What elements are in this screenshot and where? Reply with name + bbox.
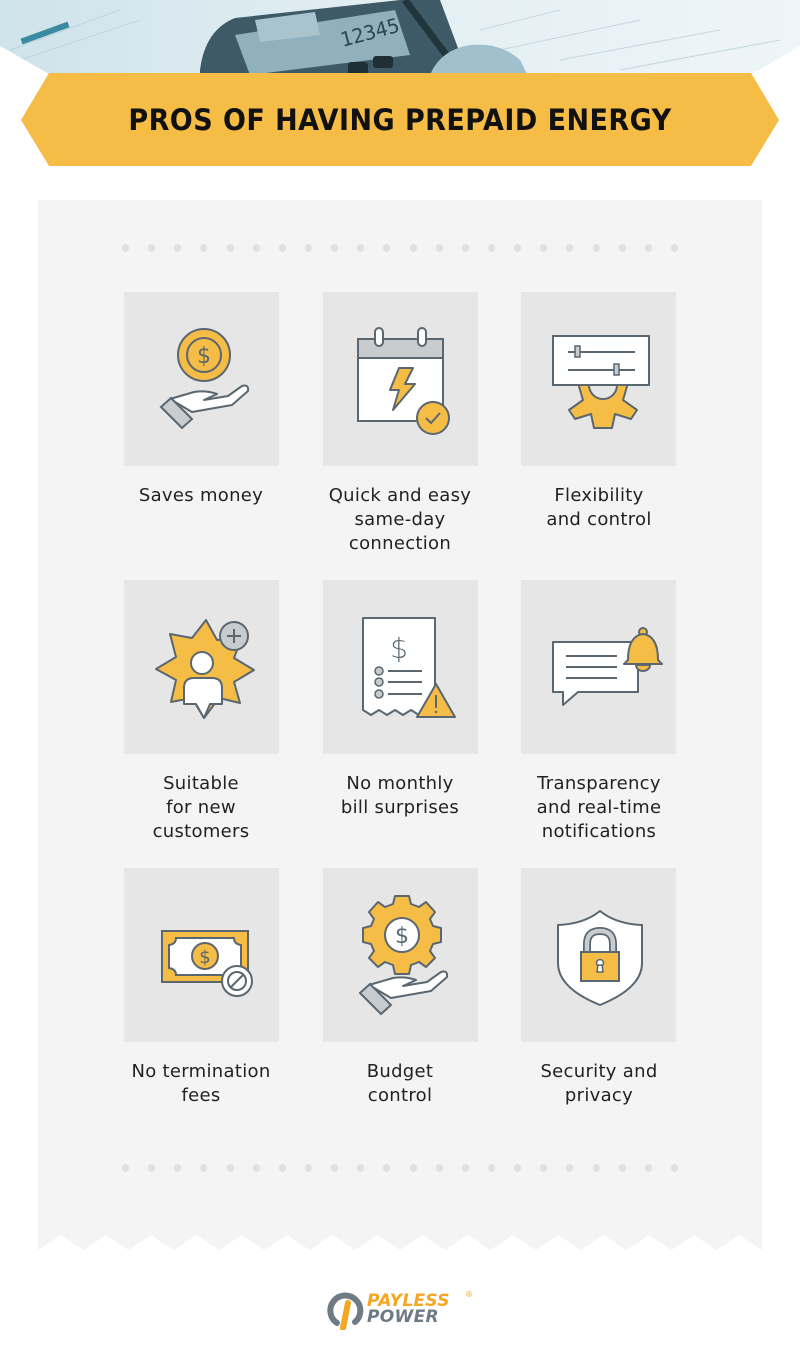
divider-dot xyxy=(122,1164,129,1172)
svg-text:$: $ xyxy=(390,632,408,665)
divider-dot xyxy=(566,1164,574,1172)
hand-gear-dollar-icon: $ xyxy=(358,895,449,1016)
benefit-label: Suitable for new customers xyxy=(152,773,250,842)
divider-dot xyxy=(487,244,495,252)
divider-dot xyxy=(461,244,469,252)
divider-dot xyxy=(592,1164,600,1172)
divider-dot xyxy=(592,244,600,252)
divider-dot xyxy=(409,1164,417,1172)
benefit-tile-no-bill-surprises: $ xyxy=(323,580,478,754)
dot-divider-bottom xyxy=(122,1163,678,1173)
divider-dot xyxy=(304,244,312,252)
benefit-tile-no-termination-fees: $ xyxy=(124,868,279,1042)
logo-mark-icon xyxy=(327,1292,364,1330)
divider-dot xyxy=(252,1164,260,1172)
payless-power-logo: PAYLESS POWER ® xyxy=(325,1290,475,1330)
divider-dot xyxy=(644,1164,652,1172)
benefit-tile-new-customers xyxy=(124,580,279,754)
hero-photo: 12345 xyxy=(0,0,800,74)
divider-dot xyxy=(331,1164,339,1172)
divider-dot xyxy=(148,1164,156,1172)
dot-divider-top xyxy=(122,243,678,253)
page-title: PROS OF HAVING PREPAID ENERGY xyxy=(128,102,672,137)
divider-dot xyxy=(122,244,129,252)
banknote-no-fee-icon: $ xyxy=(161,930,253,997)
divider-dot xyxy=(514,244,522,252)
divider-dot xyxy=(540,244,548,252)
benefit-tile-budget-control: $ xyxy=(323,868,478,1042)
benefit-label: Transparency and real-time notifications xyxy=(536,773,662,842)
divider-dot xyxy=(331,244,339,252)
divider-dot xyxy=(174,1164,182,1172)
divider-dot xyxy=(409,244,417,252)
divider-dot xyxy=(383,1164,391,1172)
divider-dot xyxy=(514,1164,522,1172)
benefit-label: Security and privacy xyxy=(540,1061,658,1106)
divider-dot xyxy=(670,244,678,252)
new-user-plus-icon xyxy=(155,619,255,719)
benefit-tile-saves-money: $ xyxy=(124,292,279,466)
registered-mark: ® xyxy=(465,1290,473,1299)
divider-dot xyxy=(670,1164,678,1172)
divider-dot xyxy=(540,1164,548,1172)
divider-dot xyxy=(357,244,365,252)
divider-dot xyxy=(252,244,260,252)
benefit-tile-security xyxy=(521,868,676,1042)
logo-brand-line2: POWER xyxy=(367,1307,439,1327)
shield-lock-icon xyxy=(557,910,643,1006)
divider-dot xyxy=(644,244,652,252)
divider-dot xyxy=(226,1164,234,1172)
divider-dot xyxy=(174,244,182,252)
divider-dot xyxy=(618,1164,626,1172)
receipt-warning-icon: $ xyxy=(362,617,456,718)
divider-dot xyxy=(200,244,208,252)
divider-dot xyxy=(435,244,443,252)
divider-dot xyxy=(566,244,574,252)
svg-text:$: $ xyxy=(395,924,409,949)
sliders-gear-icon xyxy=(552,335,650,429)
divider-dot xyxy=(278,244,286,252)
benefit-tile-transparency xyxy=(521,580,676,754)
divider-dot xyxy=(304,1164,312,1172)
divider-dot xyxy=(435,1164,443,1172)
divider-dot xyxy=(461,1164,469,1172)
divider-dot xyxy=(357,1164,365,1172)
divider-dot xyxy=(383,244,391,252)
benefit-label: No termination fees xyxy=(131,1061,271,1106)
divider-dot xyxy=(148,244,156,252)
divider-dot xyxy=(618,244,626,252)
benefit-label: Budget control xyxy=(366,1061,434,1106)
divider-dot xyxy=(200,1164,208,1172)
divider-dot xyxy=(487,1164,495,1172)
benefit-label: Quick and easy same-day connection xyxy=(328,485,472,554)
benefit-tile-flexibility xyxy=(521,292,676,466)
svg-text:$: $ xyxy=(199,947,210,968)
message-bell-icon xyxy=(552,627,663,706)
divider-dot xyxy=(226,244,234,252)
benefit-tile-quick-connection xyxy=(323,292,478,466)
divider-dot xyxy=(278,1164,286,1172)
calendar-lightning-check-icon xyxy=(357,327,450,435)
hand-coin-icon: $ xyxy=(159,328,250,430)
benefit-label: Saves money xyxy=(138,485,264,506)
benefit-label: No monthly bill surprises xyxy=(340,773,460,818)
svg-text:$: $ xyxy=(197,344,211,369)
benefit-label: Flexibility and control xyxy=(546,485,652,530)
